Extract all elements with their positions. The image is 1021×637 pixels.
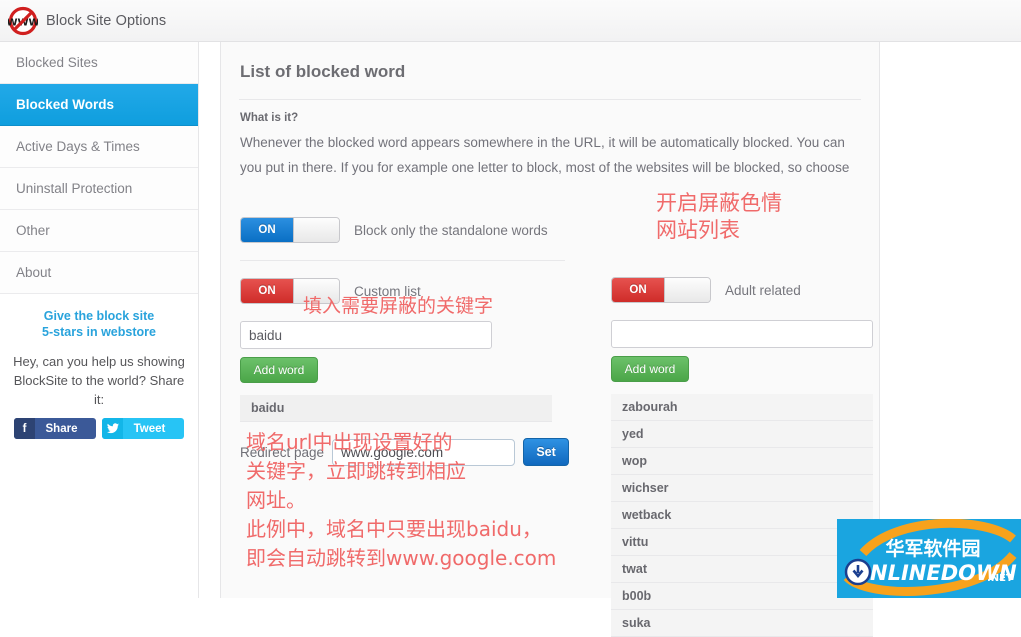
no-www-prohibition-icon: WWW <box>0 0 46 42</box>
adult-related-label: Adult related <box>725 282 801 298</box>
sidebar: Blocked Sites Blocked Words Active Days … <box>0 42 199 598</box>
adult-list-column: ON Adult related Add word zabourah yed w… <box>611 214 873 637</box>
watermark-cn-text: 华军软件园 <box>885 537 980 560</box>
list-item[interactable]: b00b <box>611 583 873 610</box>
sidebar-item-other[interactable]: Other <box>0 210 198 252</box>
custom-list-row: ON Custom list <box>240 275 565 307</box>
adult-related-row: ON Adult related <box>611 274 873 306</box>
custom-list-column: ON Block only the standalone words ON Cu… <box>240 214 565 422</box>
list-item[interactable]: wichser <box>611 475 873 502</box>
set-redirect-button[interactable]: Set <box>523 438 570 466</box>
standalone-words-toggle-knob[interactable] <box>293 218 339 242</box>
standalone-words-toggle-state: ON <box>241 218 293 242</box>
facebook-share-label: Share <box>45 422 78 435</box>
custom-word-list: baidu <box>240 395 565 422</box>
redirect-page-input[interactable] <box>332 438 516 466</box>
twitter-tweet-button[interactable]: Tweet <box>102 418 184 439</box>
standalone-words-toggle[interactable]: ON <box>240 217 340 243</box>
sidebar-item-about[interactable]: About <box>0 252 198 294</box>
add-adult-word-button[interactable]: Add word <box>611 356 689 382</box>
page-title: List of blocked word <box>240 62 406 81</box>
content-panel: List of blocked word What is it? Wheneve… <box>220 42 880 637</box>
sidebar-item-blocked-words[interactable]: Blocked Words <box>0 84 198 126</box>
description-block: What is it? Whenever the blocked word ap… <box>221 100 901 180</box>
rate-webstore-link-line2[interactable]: 5-stars in webstore <box>8 324 190 340</box>
sidebar-item-active-days-times[interactable]: Active Days & Times <box>0 126 198 168</box>
adult-related-toggle[interactable]: ON <box>611 277 711 303</box>
list-item[interactable]: yed <box>611 421 873 448</box>
twitter-bird-icon <box>102 418 123 439</box>
description-line-2: you put in there. If you for example one… <box>240 160 850 175</box>
list-item[interactable]: wetback <box>611 502 873 529</box>
facebook-share-button[interactable]: f Share <box>14 418 96 439</box>
sidebar-item-uninstall-protection[interactable]: Uninstall Protection <box>0 168 198 210</box>
standalone-words-label: Block only the standalone words <box>354 222 548 238</box>
sidebar-item-blocked-sites[interactable]: Blocked Sites <box>0 42 198 84</box>
app-header: WWW Block Site Options <box>0 0 1021 42</box>
custom-list-toggle[interactable]: ON <box>240 278 340 304</box>
list-item[interactable]: wop <box>611 448 873 475</box>
custom-list-label: Custom list <box>354 283 421 299</box>
description-heading: What is it? <box>240 112 299 124</box>
adult-word-input[interactable] <box>611 320 873 348</box>
list-item[interactable]: vittu <box>611 529 873 556</box>
add-custom-word-button[interactable]: Add word <box>240 357 318 383</box>
adult-related-toggle-knob[interactable] <box>664 278 710 302</box>
custom-list-toggle-state: ON <box>241 279 293 303</box>
facebook-f-icon: f <box>14 418 35 439</box>
promo-block: Give the block site 5-stars in webstore … <box>0 294 198 439</box>
list-item[interactable]: zabourah <box>611 394 873 421</box>
list-item[interactable]: baidu <box>240 395 552 422</box>
list-item[interactable]: suka <box>611 610 873 637</box>
rate-webstore-link-line1[interactable]: Give the block site <box>8 308 190 324</box>
watermark-suffix-text: .NET <box>987 573 1013 584</box>
promo-text: Hey, can you help us showing BlockSite t… <box>13 354 185 407</box>
onlinedown-watermark: 华军软件园 NLINEDOWN .NET <box>837 519 1021 598</box>
description-line-1: Whenever the blocked word appears somewh… <box>240 135 845 150</box>
list-item[interactable]: twat <box>611 556 873 583</box>
adult-related-toggle-state: ON <box>612 278 664 302</box>
twitter-tweet-label: Tweet <box>133 422 166 435</box>
app-title: Block Site Options <box>46 12 167 29</box>
share-row: f Share Tweet <box>8 418 190 439</box>
redirect-page-label: Redirect page <box>240 444 325 460</box>
redirect-page-row: Redirect page Set <box>240 438 570 466</box>
standalone-words-row: ON Block only the standalone words <box>240 214 565 246</box>
custom-word-input[interactable] <box>240 321 492 349</box>
adult-word-list: zabourah yed wop wichser wetback vittu t… <box>611 394 873 637</box>
custom-list-toggle-knob[interactable] <box>293 279 339 303</box>
left-column-divider <box>240 260 565 261</box>
